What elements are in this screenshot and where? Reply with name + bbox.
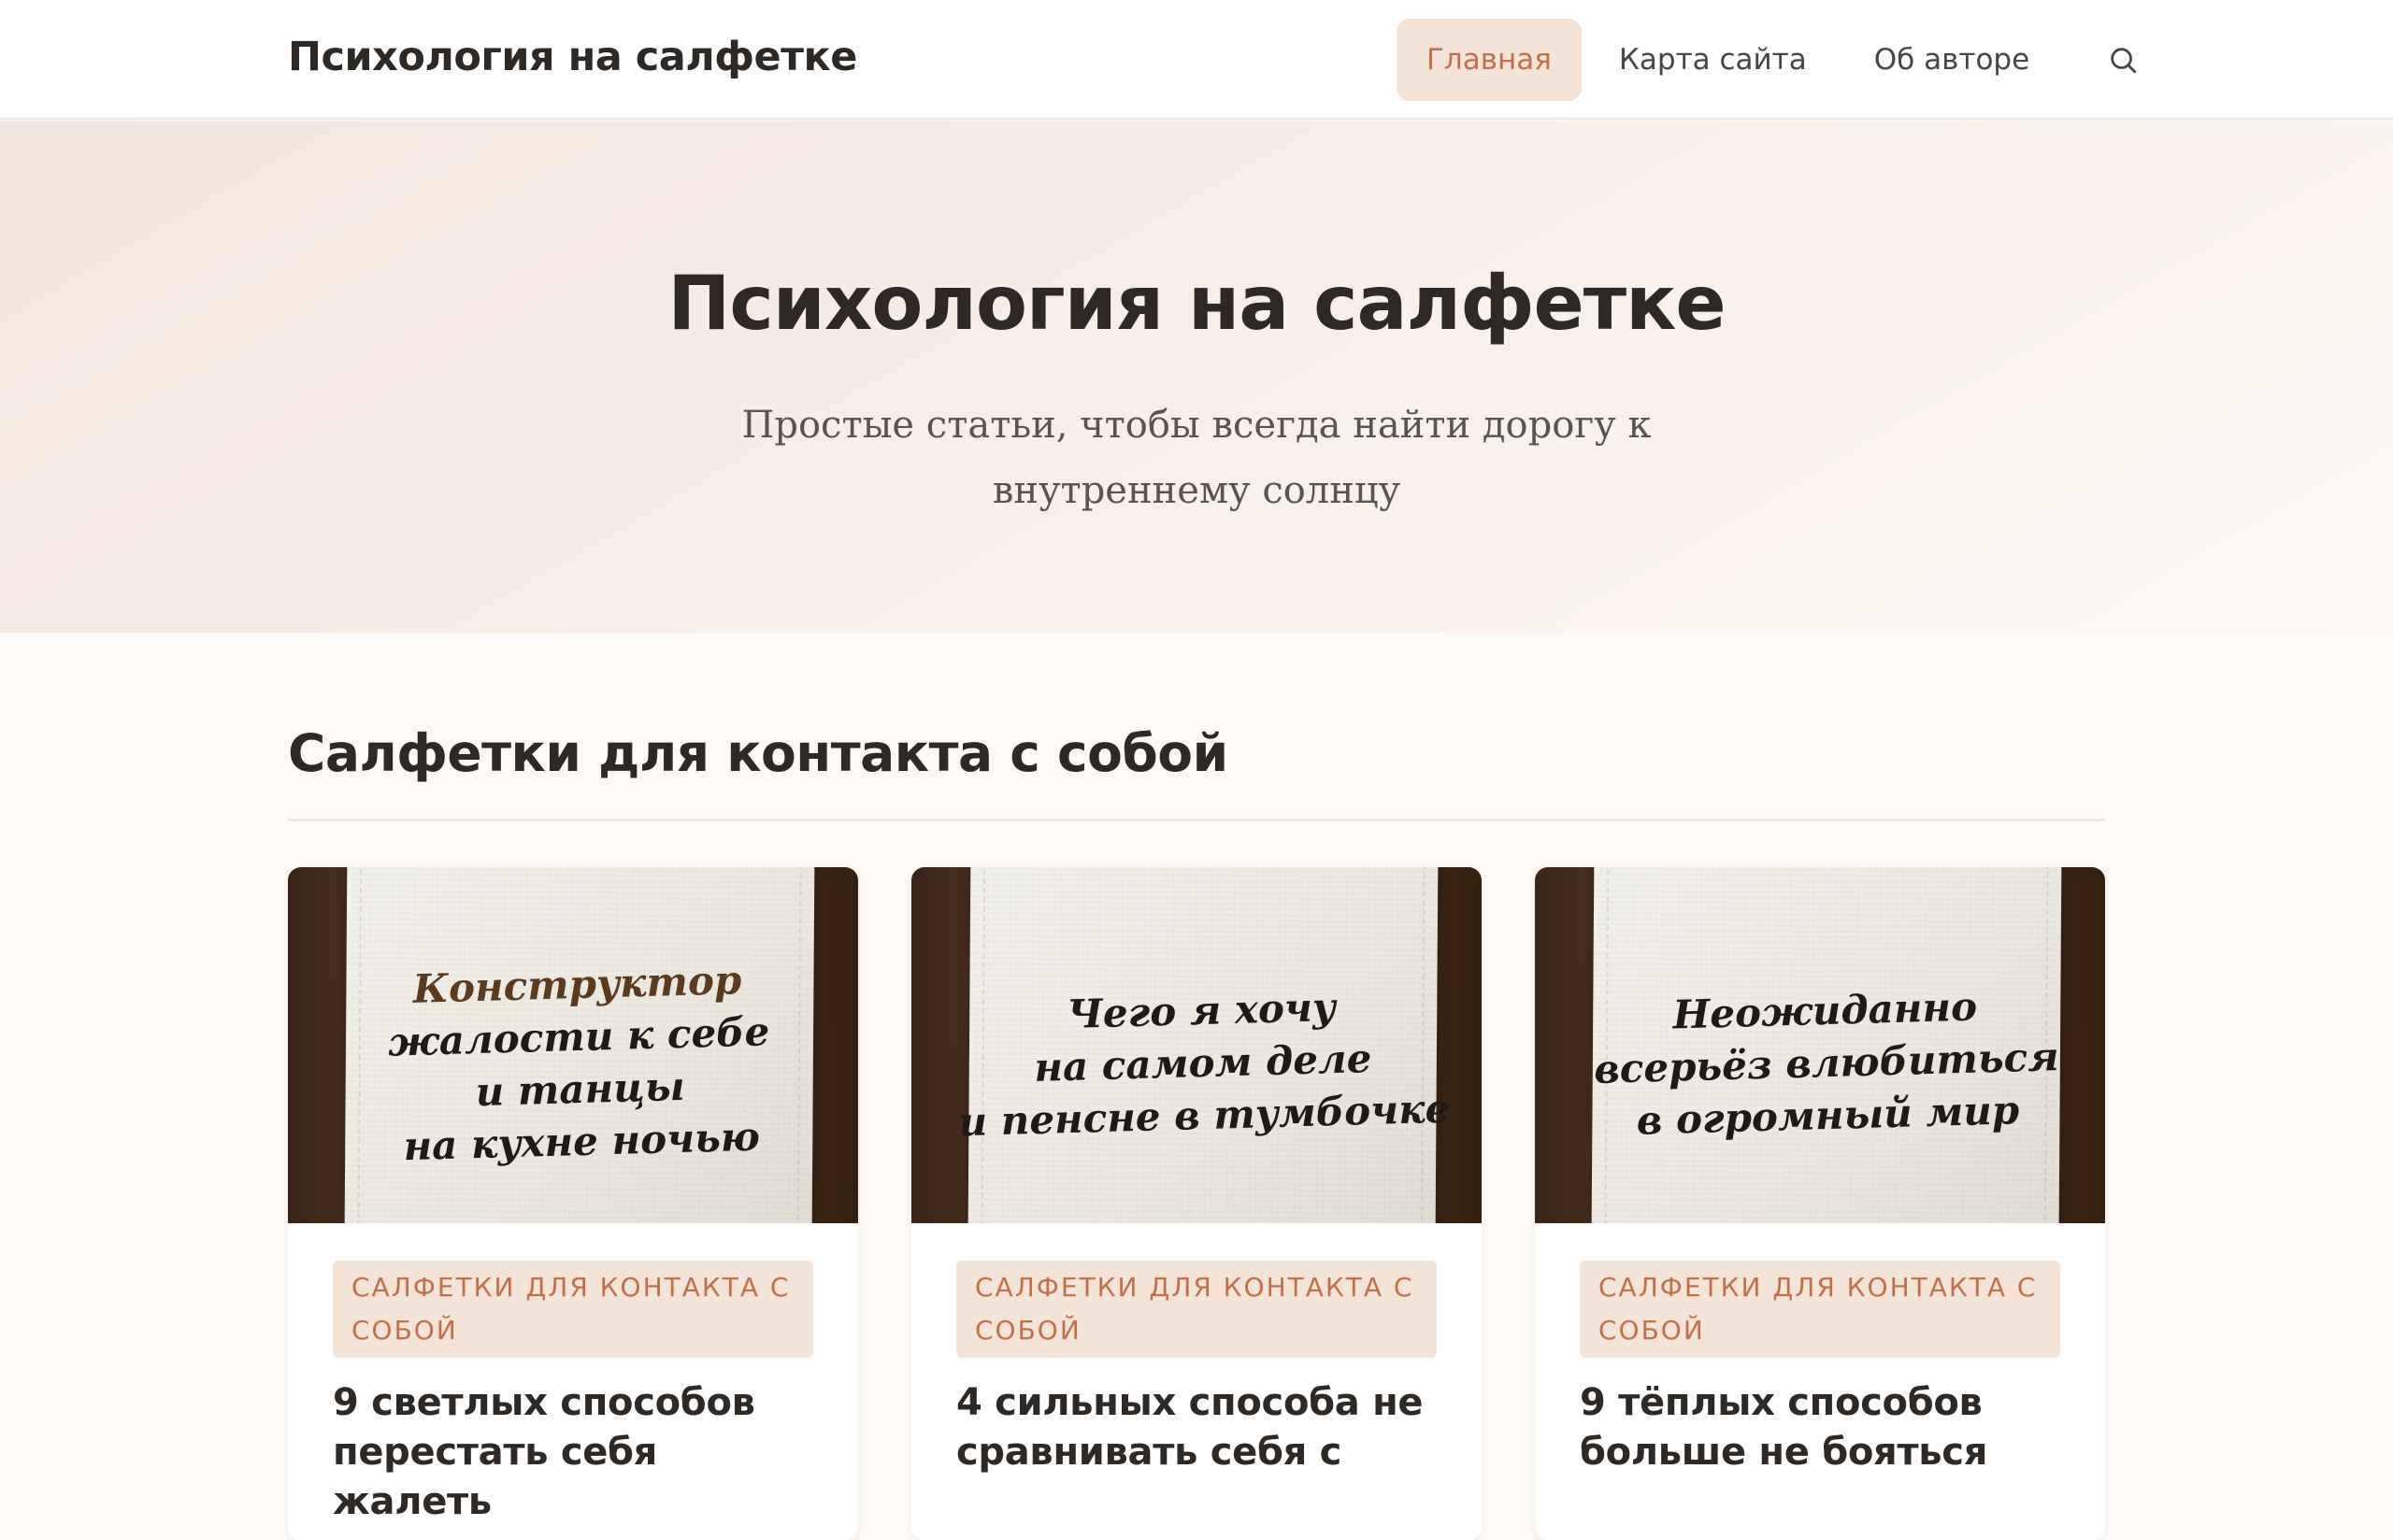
article-card[interactable]: Неожиданно всерьёз влюбиться в огромный …	[1535, 867, 2105, 1540]
article-card[interactable]: Конструктор жалости к себе и танцы на ку…	[288, 867, 858, 1540]
card-image[interactable]: Конструктор жалости к себе и танцы на ку…	[288, 867, 858, 1223]
napkin-line: жалости к себе	[387, 1008, 770, 1065]
hero-banner: Психология на салфетке Простые статьи, ч…	[0, 121, 2393, 633]
card-title-link[interactable]: 9 тёплых способов больше не бояться	[1580, 1378, 2060, 1477]
napkin-image: Чего я хочу на самом деле и пенсне в тум…	[958, 867, 1451, 1223]
hero-title: Психология на салфетке	[667, 260, 1726, 347]
card-body: Салфетки для контакта с собой 9 светлых …	[288, 1223, 858, 1527]
napkin-line: на кухне ночью	[402, 1113, 761, 1170]
nav-item-sitemap[interactable]: Карта сайта	[1589, 19, 1837, 101]
napkin-text: Чего я хочу на самом деле и пенсне в тум…	[958, 898, 1451, 1223]
category-tag[interactable]: Салфетки для контакта с собой	[956, 1261, 1437, 1358]
search-icon	[2111, 48, 2137, 74]
article-card[interactable]: Чего я хочу на самом деле и пенсне в тум…	[911, 867, 1482, 1540]
card-title-link[interactable]: 4 сильных способа не сравнивать себя с	[956, 1378, 1437, 1477]
card-title-link[interactable]: 9 светлых способов перестать себя жалеть	[333, 1378, 813, 1527]
site-title-link[interactable]: Психология на салфетке	[288, 34, 857, 80]
napkin-image: Неожиданно всерьёз влюбиться в огромный …	[1591, 867, 2062, 1223]
napkin-text: Неожиданно всерьёз влюбиться в огромный …	[1588, 898, 2064, 1223]
card-image[interactable]: Неожиданно всерьёз влюбиться в огромный …	[1535, 867, 2105, 1223]
category-tag[interactable]: Салфетки для контакта с собой	[1580, 1261, 2060, 1358]
napkin-image: Конструктор жалости к себе и танцы на ку…	[344, 867, 815, 1223]
card-body: Салфетки для контакта с собой 9 тёплых с…	[1535, 1223, 2105, 1477]
search-button[interactable]	[2097, 34, 2149, 86]
category-tag[interactable]: Салфетки для контакта с собой	[333, 1261, 813, 1358]
section-divider	[288, 819, 2105, 821]
card-image[interactable]: Чего я хочу на самом деле и пенсне в тум…	[911, 867, 1482, 1223]
section-title: Салфетки для контакта с собой	[288, 723, 1228, 783]
nav-item-about[interactable]: Об авторе	[1844, 19, 2059, 101]
nav-item-home[interactable]: Главная	[1397, 19, 1582, 101]
napkin-text: Конструктор жалости к себе и танцы на ку…	[341, 898, 817, 1223]
card-body: Салфетки для контакта с собой 4 сильных …	[911, 1223, 1482, 1477]
main-nav: Главная Карта сайта Об авторе	[1397, 19, 2149, 101]
hero-subtitle: Простые статьи, чтобы всегда найти дорог…	[741, 404, 1652, 512]
site-header: Психология на салфетке Главная Карта сай…	[0, 0, 2393, 120]
